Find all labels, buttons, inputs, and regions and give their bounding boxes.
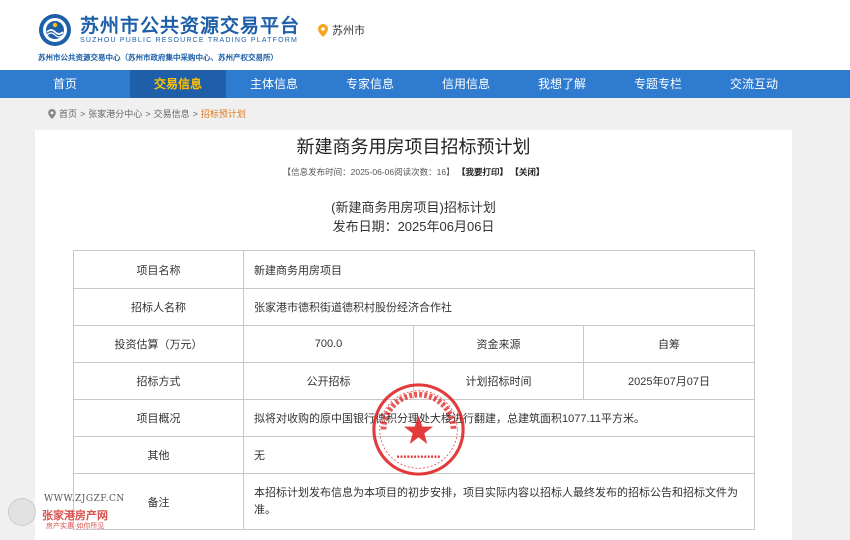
print-button[interactable]: 【我要打印】 xyxy=(457,167,508,177)
site-title-en: SUZHOU PUBLIC RESOURCE TRADING PLATFORM xyxy=(80,37,299,44)
watermark-url: WWW.ZJGZF.CN xyxy=(44,494,125,504)
nav-item-learn-more[interactable]: 我想了解 xyxy=(514,70,610,98)
article-meta: 【信息发布时间：2025-06-06阅读次数：16】 【我要打印】 【关闭】 xyxy=(0,166,827,178)
watermark: WWW.ZJGZF.CN 张家港房产网 房产实惠·如你所见 xyxy=(6,492,131,532)
official-seal-icon xyxy=(372,383,465,476)
breadcrumb-branch[interactable]: 张家港分中心 xyxy=(88,107,142,120)
site-subtitle: 苏州市公共资源交易中心（苏州市政府集中采购中心、苏州产权交易所） xyxy=(38,53,278,62)
close-button[interactable]: 【关闭】 xyxy=(510,167,544,177)
nav-item-interaction[interactable]: 交流互动 xyxy=(706,70,802,98)
meta-prefix: 【信息发布时间： xyxy=(282,167,351,177)
breadcrumb-separator: > xyxy=(192,108,198,119)
plan-title: (新建商务用房项目)招标计划 xyxy=(331,200,496,215)
remark-value: 本招标计划发布信息为本项目的初步安排，项目实际内容以招标人最终发布的招标公告和招… xyxy=(242,473,756,530)
table-row: 投资估算（万元） 700.0 资金来源 自筹 xyxy=(73,325,756,363)
publish-date: 2025-06-06 xyxy=(350,167,395,177)
project-name-value: 新建商务用房项目 xyxy=(242,250,756,289)
views-count: 16 xyxy=(436,167,447,177)
views-label: 阅读次数： xyxy=(394,167,437,177)
nav-item-special-topics[interactable]: 专题专栏 xyxy=(610,70,706,98)
method-label: 招标方式 xyxy=(73,362,244,400)
main-nav: 首页 交易信息 主体信息 专家信息 信用信息 我想了解 专题专栏 交流互动 xyxy=(0,70,850,98)
page-title: 新建商务用房项目招标预计划 xyxy=(296,137,531,157)
nav-item-credit-info[interactable]: 信用信息 xyxy=(418,70,514,98)
plan-date: 发布日期：2025年06月06日 xyxy=(332,219,495,234)
meta-suffix: 】 xyxy=(446,167,455,177)
site-title[interactable]: 苏州市公共资源交易平台 xyxy=(80,11,300,38)
location-selector[interactable]: 苏州市 xyxy=(318,22,365,38)
other-value: 无 xyxy=(242,436,756,474)
breadcrumb-home[interactable]: 首页 xyxy=(59,107,77,120)
overview-value: 拟将对收购的原中国银行德积分理处大楼进行翻建，总建筑面积1077.11平方米。 xyxy=(242,399,756,437)
nav-item-trading-info[interactable]: 交易信息 xyxy=(130,70,226,98)
table-row: 招标人名称 张家港市德积街道德积村股份经济合作社 xyxy=(73,288,756,326)
project-name-label: 项目名称 xyxy=(73,250,244,289)
location-label: 苏州市 xyxy=(332,25,365,37)
tenderer-value: 张家港市德积街道德积村股份经济合作社 xyxy=(242,288,756,326)
investment-value: 700.0 xyxy=(243,325,414,363)
location-pin-icon xyxy=(48,108,56,119)
watermark-slogan: 房产实惠·如你所见 xyxy=(46,523,105,530)
location-pin-icon xyxy=(318,23,328,37)
watermark-logo-icon xyxy=(8,498,36,526)
breadcrumb-trading-info[interactable]: 交易信息 xyxy=(154,107,190,120)
fund-source-value: 自筹 xyxy=(582,325,756,363)
nav-item-expert-info[interactable]: 专家信息 xyxy=(322,70,418,98)
table-row: 备注 本招标计划发布信息为本项目的初步安排，项目实际内容以招标人最终发布的招标公… xyxy=(73,473,756,530)
plan-time-value: 2025年07月07日 xyxy=(582,362,756,400)
breadcrumb-separator: > xyxy=(145,108,151,119)
site-logo-icon[interactable] xyxy=(38,13,72,47)
breadcrumb: 首页 > 张家港分中心 > 交易信息 > 招标预计划 xyxy=(48,107,246,120)
table-row: 项目名称 新建商务用房项目 xyxy=(73,250,756,289)
breadcrumb-separator: > xyxy=(80,108,86,119)
fund-source-label: 资金来源 xyxy=(413,325,584,363)
other-label: 其他 xyxy=(73,436,244,474)
nav-item-home[interactable]: 首页 xyxy=(0,70,130,98)
site-header: 苏州市公共资源交易平台 SUZHOU PUBLIC RESOURCE TRADI… xyxy=(0,0,850,70)
tenderer-label: 招标人名称 xyxy=(73,288,244,326)
nav-item-subject-info[interactable]: 主体信息 xyxy=(226,70,322,98)
overview-label: 项目概况 xyxy=(73,399,244,437)
breadcrumb-current[interactable]: 招标预计划 xyxy=(201,107,246,120)
investment-label: 投资估算（万元） xyxy=(73,325,244,363)
